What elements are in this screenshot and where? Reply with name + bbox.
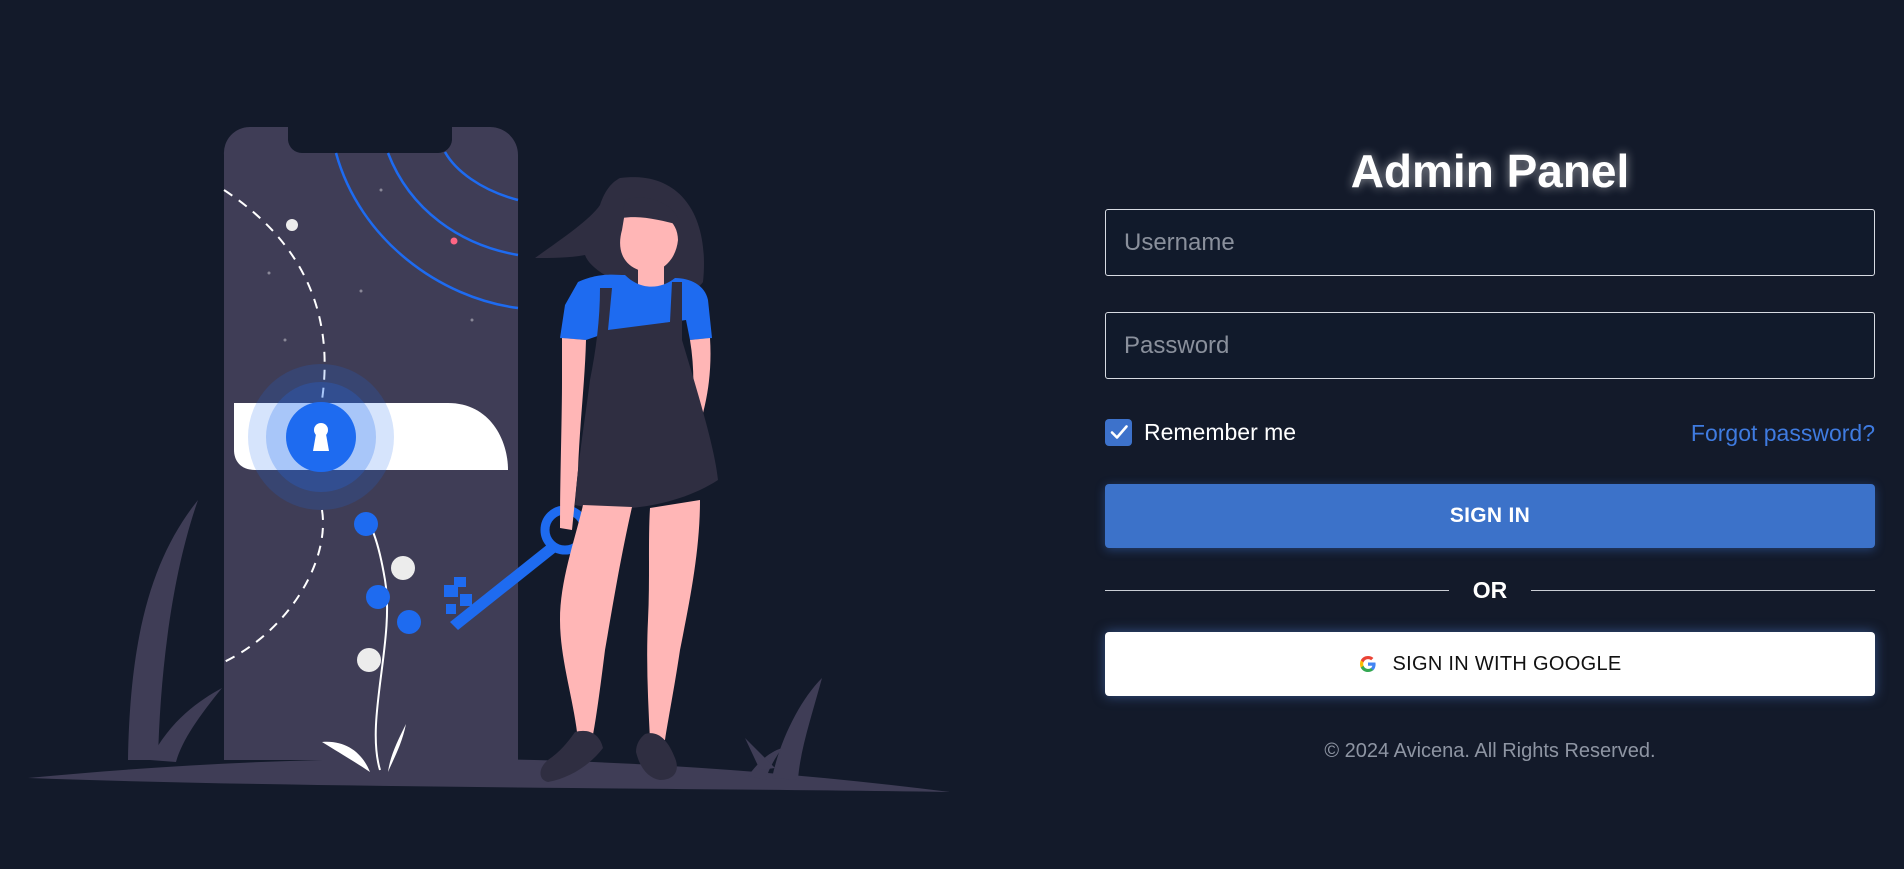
- login-options: Remember me Forgot password?: [1105, 417, 1875, 447]
- username-input[interactable]: [1105, 209, 1875, 276]
- divider-line-right: [1531, 589, 1875, 591]
- remember-me-checkbox[interactable]: [1105, 418, 1132, 446]
- or-divider: OR: [1105, 572, 1875, 608]
- remember-me-option[interactable]: Remember me: [1105, 418, 1297, 446]
- grass-right: [772, 678, 822, 780]
- security-illustration: [0, 0, 1000, 869]
- password-input[interactable]: [1105, 312, 1875, 379]
- sign-in-button[interactable]: SIGN IN: [1105, 484, 1875, 548]
- phone-notch: [288, 127, 452, 154]
- copyright-footer: © 2024 Avicena. All Rights Reserved.: [1324, 740, 1656, 762]
- divider-label: OR: [1472, 576, 1508, 603]
- google-g-icon: [1358, 654, 1378, 674]
- google-sign-in-button[interactable]: SIGN IN WITH GOOGLE: [1105, 632, 1875, 696]
- ground: [28, 758, 950, 792]
- login-form: Admin Panel Remember me Forgot password?…: [1105, 140, 1875, 763]
- divider-line-left: [1105, 589, 1449, 591]
- woman-figure: [535, 177, 718, 782]
- forgot-password-link[interactable]: Forgot password?: [1691, 420, 1875, 447]
- google-sign-in-label: SIGN IN WITH GOOGLE: [1392, 652, 1622, 675]
- page-title: Admin Panel: [1350, 145, 1630, 197]
- checkmark-icon: [1110, 425, 1128, 439]
- illustration-svg: [28, 126, 950, 792]
- remember-me-label: Remember me: [1144, 418, 1297, 445]
